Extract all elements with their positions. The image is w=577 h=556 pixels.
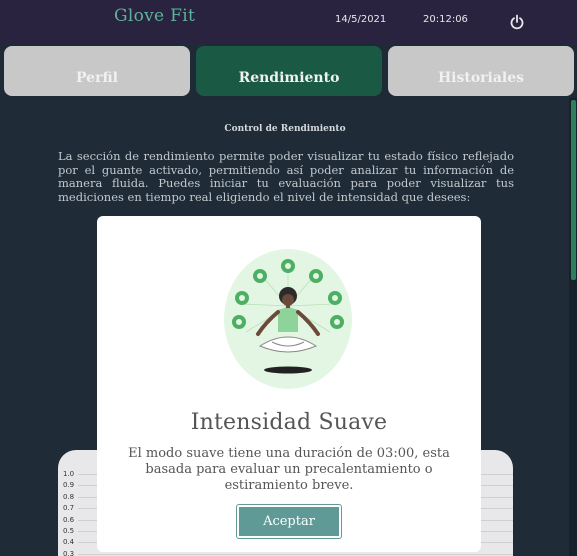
tab-perfil[interactable]: Perfil bbox=[4, 46, 190, 96]
meditation-illustration-icon bbox=[224, 249, 352, 389]
section-description: La sección de rendimiento permite poder … bbox=[58, 149, 514, 204]
chart-tick-label: 0.9 bbox=[63, 481, 75, 490]
chart-tick-label: 0.6 bbox=[63, 515, 75, 524]
scrollbar-thumb[interactable] bbox=[571, 100, 576, 280]
modal-title: Intensidad Suave bbox=[190, 410, 388, 435]
time-display: 20:12:06 bbox=[423, 14, 468, 25]
chart-tick-label: 0.3 bbox=[63, 549, 75, 556]
chart-gridline bbox=[78, 553, 513, 555]
chart-tick-label: 0.7 bbox=[63, 504, 75, 513]
power-icon[interactable] bbox=[509, 14, 525, 30]
accept-button[interactable]: Aceptar bbox=[236, 504, 342, 539]
date-display: 14/5/2021 bbox=[335, 14, 387, 25]
tab-historiales[interactable]: Historiales bbox=[388, 46, 574, 96]
app-title: Glove Fit bbox=[114, 6, 196, 26]
intensity-modal: Intensidad Suave El modo suave tiene una… bbox=[97, 216, 481, 552]
modal-description: El modo suave tiene una duración de 03:0… bbox=[128, 446, 450, 493]
chart-tick-label: 0.8 bbox=[63, 492, 75, 501]
top-bar: Glove Fit 14/5/2021 20:12:06 bbox=[0, 0, 577, 44]
section-title: Control de Rendimiento bbox=[224, 124, 346, 134]
chart-tick-label: 0.5 bbox=[63, 527, 75, 535]
chart-tick-label: 0.4 bbox=[63, 538, 75, 547]
chart-tick-label: 1.0 bbox=[63, 470, 75, 478]
tab-rendimiento[interactable]: Rendimiento bbox=[196, 46, 382, 96]
